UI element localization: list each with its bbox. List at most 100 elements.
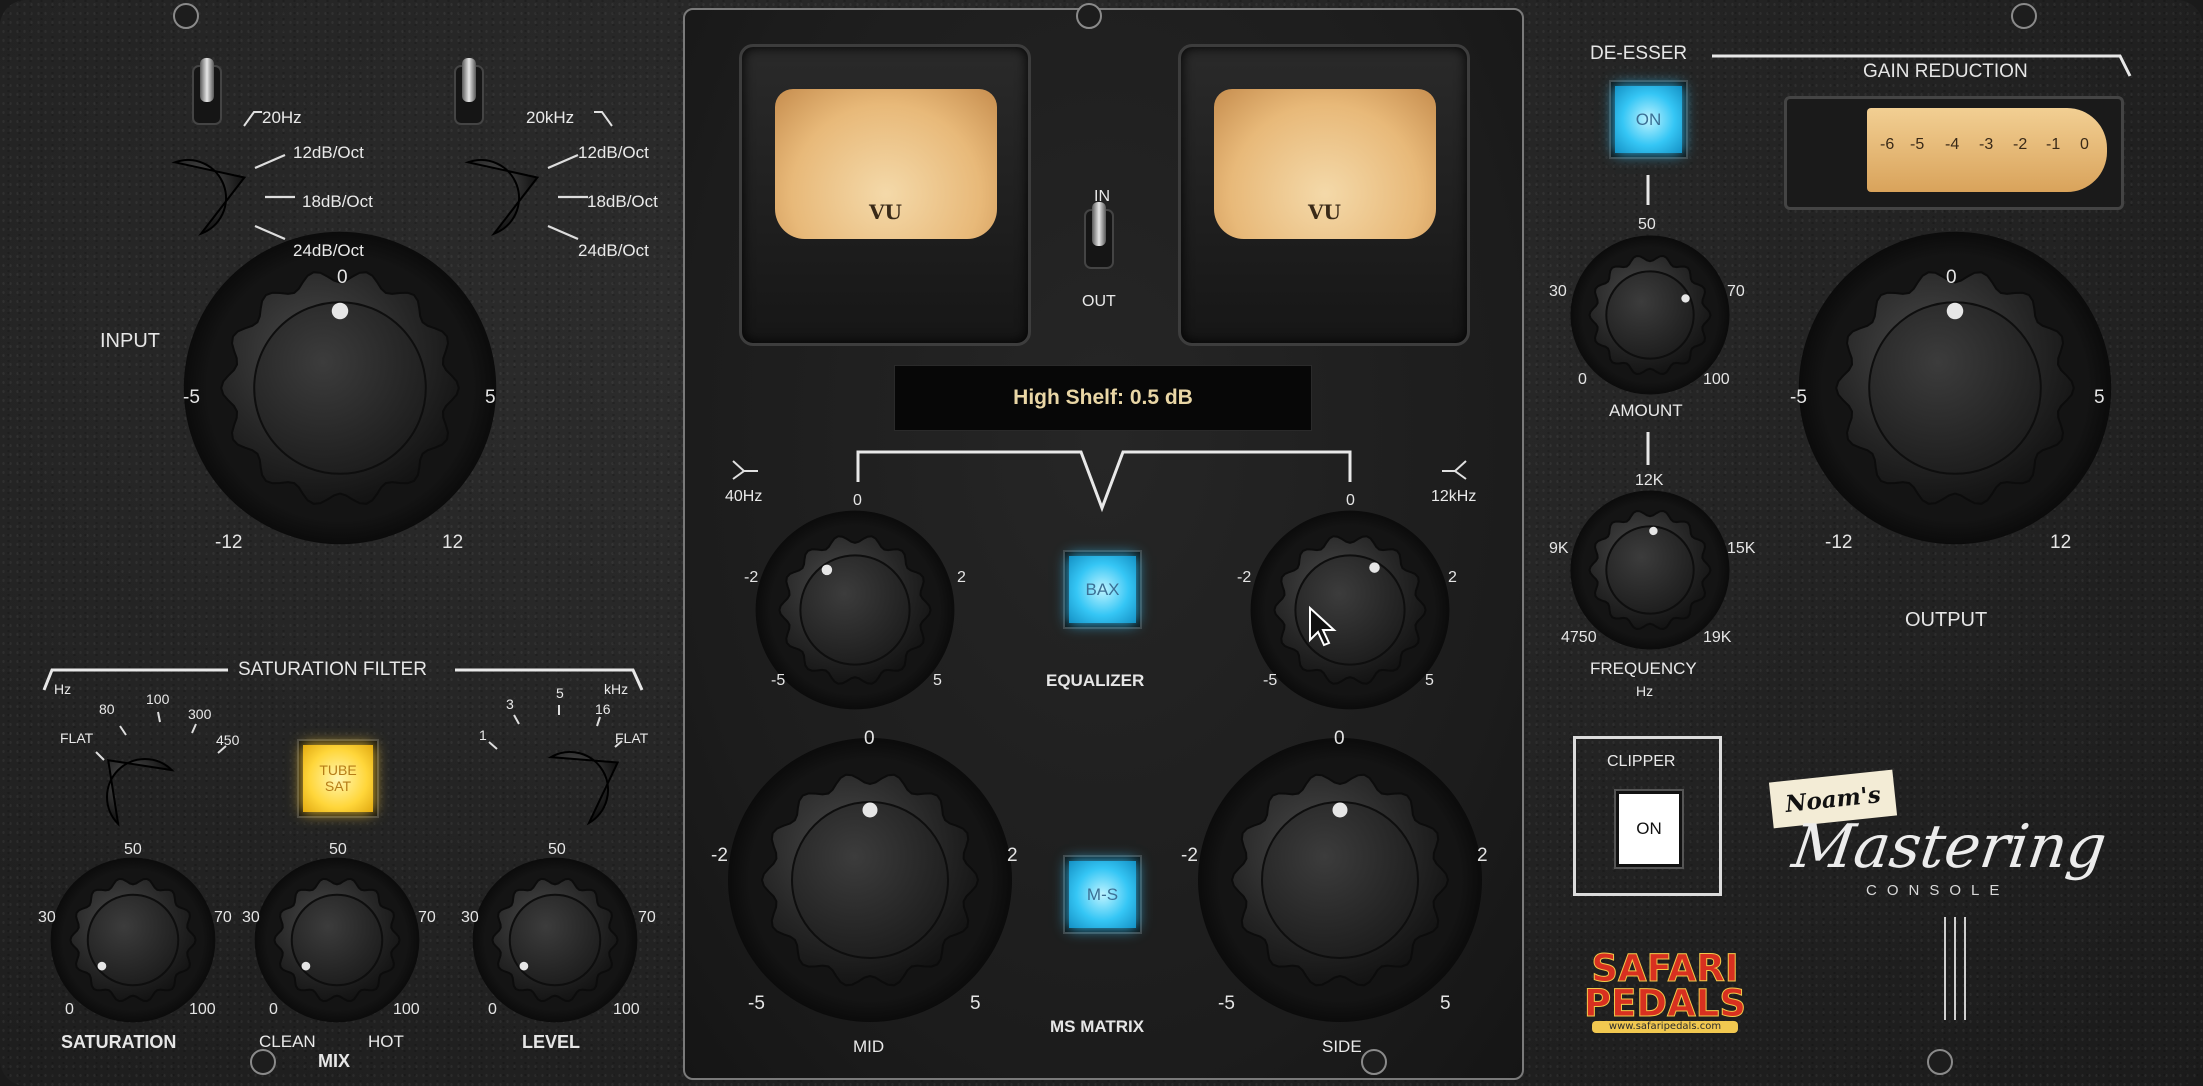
eq-low-knob-cap xyxy=(799,554,911,666)
output-knob-cap xyxy=(1868,301,2042,475)
in-out-switch[interactable] xyxy=(1092,202,1106,246)
hz-pos-flat: FLAT xyxy=(60,730,94,746)
saturation-tick-100: 100 xyxy=(189,1001,216,1018)
slope-tick-mark xyxy=(547,153,579,170)
hz-selector[interactable] xyxy=(105,757,175,827)
output-knob-indicator xyxy=(1946,302,1964,320)
console-logo: CONSOLE xyxy=(1866,882,2010,899)
lp-slope-12: 12dB/Oct xyxy=(578,143,649,162)
de-esser-on-label: ON xyxy=(1615,86,1682,153)
hz-pos-450: 450 xyxy=(216,732,240,748)
gr-tick-m5: -5 xyxy=(1910,136,1925,153)
frequency-knob-cap xyxy=(1605,525,1695,615)
saturation-tick-0: 0 xyxy=(65,1001,74,1018)
parameter-display-text: High Shelf: 0.5 dB xyxy=(1013,386,1193,409)
gr-tick-m2: -2 xyxy=(2013,136,2028,153)
saturation-label: SATURATION xyxy=(61,1032,177,1052)
safari-line1: SAFARI xyxy=(1591,947,1739,990)
gr-tick-m4: -4 xyxy=(1945,136,1960,153)
hp-slope-selector[interactable] xyxy=(171,158,247,236)
frequency-knob-indicator xyxy=(1649,526,1658,536)
de-esser-on-button[interactable]: ON xyxy=(1611,82,1686,157)
level-tick-70: 70 xyxy=(638,909,656,926)
clipper-on-button[interactable]: ON xyxy=(1616,791,1682,867)
sat-filter-tick-mark xyxy=(191,723,197,734)
lp-filter-switch[interactable] xyxy=(462,58,476,102)
khz-pos-flat: FLAT xyxy=(615,730,649,746)
freq-tick-12k: 12K xyxy=(1635,472,1664,489)
eq-high-tick-0: 0 xyxy=(1346,492,1355,509)
mastering-logo: Mastering xyxy=(1788,812,2111,882)
lp-slope-24: 24dB/Oct xyxy=(578,241,649,260)
mix-label: MIX xyxy=(318,1051,351,1071)
hz-pos-100: 100 xyxy=(146,691,170,707)
panel-screw xyxy=(1927,1049,1953,1075)
amount-knob-cap xyxy=(1605,270,1695,360)
input-tick-12: 12 xyxy=(442,532,464,553)
mid-tick-5: 5 xyxy=(970,993,981,1014)
side-tick-m2: -2 xyxy=(1181,845,1198,866)
eq-bracket xyxy=(856,450,1352,513)
panel-screw xyxy=(2011,3,2037,29)
hz-pos-300: 300 xyxy=(188,706,212,722)
saturation-knob-indicator xyxy=(97,961,107,971)
freq-tick-9k: 9K xyxy=(1549,540,1569,557)
mix-tick-0: 0 xyxy=(269,1001,278,1018)
vu-left-label: VU xyxy=(869,200,902,224)
level-tick-30: 30 xyxy=(461,909,479,926)
khz-pos-1: 1 xyxy=(479,727,487,743)
hp-filter-switch[interactable] xyxy=(200,58,214,102)
gr-tick-m6: -6 xyxy=(1880,136,1895,153)
slope-tick-mark xyxy=(254,224,286,241)
amount-tick-30: 30 xyxy=(1549,283,1567,300)
eq-low-tick-0: 0 xyxy=(853,492,862,509)
mix-clean-label: CLEAN xyxy=(259,1032,316,1051)
eq-high-tick-5: 5 xyxy=(1425,672,1434,689)
mix-knob-indicator xyxy=(301,961,311,971)
ms-matrix-label: MS MATRIX xyxy=(1050,1017,1145,1036)
mid-tick-0: 0 xyxy=(864,728,875,749)
saturation-tick-50: 50 xyxy=(124,841,142,858)
eq-low-tick-5: 5 xyxy=(933,672,942,689)
gr-tick-m3: -3 xyxy=(1979,136,1994,153)
level-knob-cap xyxy=(508,893,602,987)
input-knob-cap xyxy=(253,301,427,475)
mid-label: MID xyxy=(853,1037,885,1056)
side-label: SIDE xyxy=(1322,1037,1362,1056)
mix-tick-70: 70 xyxy=(418,909,436,926)
high-shelf-icon xyxy=(1442,460,1467,480)
amount-tick-100: 100 xyxy=(1703,371,1730,388)
mix-tick-100: 100 xyxy=(393,1001,420,1018)
gr-tick-m1: -1 xyxy=(2046,136,2061,153)
tube-sat-line1: TUBE xyxy=(319,762,357,779)
gr-tick-0: 0 xyxy=(2080,136,2089,153)
plugin-panel: 20107532101232010753210123 20Hz 20kHz 12… xyxy=(0,0,2203,1086)
input-tick-5: 5 xyxy=(485,387,496,408)
khz-selector[interactable] xyxy=(547,751,620,826)
mid-knob-indicator xyxy=(862,802,878,818)
amount-tick-50: 50 xyxy=(1638,216,1656,233)
input-knob-indicator xyxy=(331,302,349,320)
side-tick-m5: -5 xyxy=(1218,993,1235,1014)
khz-pos-5: 5 xyxy=(556,685,564,701)
hz-unit: Hz xyxy=(54,681,72,697)
mid-tick-m2: -2 xyxy=(711,845,728,866)
mid-tick-m5: -5 xyxy=(748,993,765,1014)
output-label: OUTPUT xyxy=(1905,609,1988,631)
ms-button[interactable]: M-S xyxy=(1065,857,1140,932)
hp-filter-icon xyxy=(243,111,262,127)
lp-slope-selector[interactable] xyxy=(464,158,540,236)
khz-unit: kHz xyxy=(604,681,629,697)
clipper-label: CLIPPER xyxy=(1607,753,1676,770)
gain-reduction-label: GAIN REDUCTION xyxy=(1863,61,2028,82)
tube-sat-button[interactable]: TUBE SAT xyxy=(299,741,377,816)
amount-label: AMOUNT xyxy=(1609,401,1683,420)
bax-button[interactable]: BAX xyxy=(1065,552,1140,627)
hp-slope-18: 18dB/Oct xyxy=(302,192,373,211)
gain-reduction-meter xyxy=(1784,96,2124,210)
eq-high-tick-m2: -2 xyxy=(1237,569,1252,586)
low-shelf-icon xyxy=(732,460,758,480)
panel-screw xyxy=(250,1049,276,1075)
lp-filter-label: 20kHz xyxy=(526,108,575,127)
side-tick-5: 5 xyxy=(1440,993,1451,1014)
